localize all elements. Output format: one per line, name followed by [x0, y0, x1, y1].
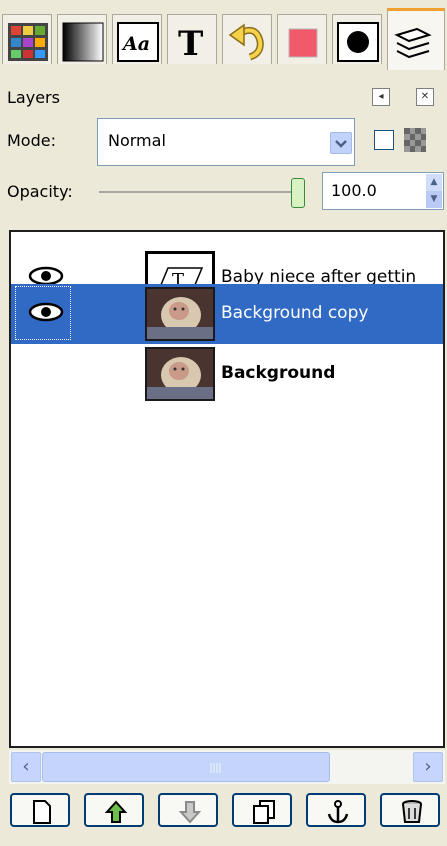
opacity-slider-handle[interactable] [291, 178, 305, 208]
svg-text:Aa: Aa [121, 33, 150, 55]
layer-row[interactable]: Background [11, 344, 443, 404]
font-icon: Aa [117, 22, 159, 62]
delete-layer-icon [402, 800, 422, 823]
layers-stack-icon [394, 27, 432, 59]
pattern-icon [288, 28, 318, 58]
eye-icon[interactable] [27, 300, 65, 324]
scroll-left-button[interactable]: ‹ [11, 752, 41, 782]
delete-layer-button[interactable] [380, 793, 440, 827]
opacity-value: 100.0 [331, 181, 377, 200]
chevron-down-icon[interactable] [330, 132, 352, 154]
palette-grid-icon [8, 23, 48, 61]
close-tab-button[interactable]: ✕ [416, 88, 434, 106]
tab-gradients[interactable] [57, 14, 107, 64]
raise-layer-button[interactable] [84, 793, 144, 827]
new-layer-button[interactable] [10, 793, 70, 827]
duplicate-layer-icon [253, 800, 275, 824]
tab-brushes[interactable] [332, 14, 382, 64]
grip-icon [210, 763, 221, 773]
keep-transparency-checkbox[interactable] [374, 130, 394, 150]
menu-arrow-icon: ◂ [378, 91, 384, 102]
new-layer-icon [33, 800, 51, 824]
layer-name[interactable]: Background [221, 362, 335, 384]
scroll-thumb[interactable] [42, 752, 330, 782]
tab-undo-history[interactable] [222, 14, 272, 64]
layer-list[interactable]: T Baby niece after gettin Background cop… [9, 230, 445, 748]
lower-layer-icon [178, 801, 202, 824]
mode-label: Mode: [7, 131, 56, 150]
tab-text-tool[interactable]: T [167, 14, 217, 64]
close-icon: ✕ [420, 91, 430, 102]
opacity-spinbox[interactable]: 100.0 ▲ ▼ [322, 172, 444, 210]
tab-palettes[interactable] [2, 14, 52, 64]
tab-fonts[interactable]: Aa [112, 14, 162, 64]
dock-tab-strip: Aa T [0, 0, 447, 70]
transparency-checker-icon [404, 128, 426, 152]
spin-up-icon[interactable]: ▲ [426, 174, 442, 191]
anchor-icon [327, 800, 349, 824]
svg-text:T: T [178, 24, 203, 63]
layer-row-selected[interactable]: Background copy [11, 284, 443, 344]
text-tool-icon: T [178, 24, 203, 63]
panel-title: Layers [7, 88, 60, 107]
tab-layers[interactable] [387, 8, 445, 70]
arrow-right-icon: › [424, 756, 432, 777]
lower-layer-button[interactable] [158, 793, 218, 827]
undo-history-icon [228, 23, 264, 61]
mode-value: Normal [108, 131, 166, 150]
layer-name[interactable]: Background copy [221, 302, 368, 324]
photo-thumbnail [145, 347, 215, 401]
opacity-slider-track[interactable] [99, 191, 305, 193]
gradient-icon [62, 22, 104, 62]
mode-dropdown[interactable]: Normal [97, 118, 355, 166]
brush-icon [337, 22, 379, 62]
tab-patterns[interactable] [277, 14, 327, 64]
scroll-right-button[interactable]: › [413, 752, 443, 782]
raise-layer-icon [104, 800, 128, 823]
anchor-layer-button[interactable] [306, 793, 366, 827]
photo-thumbnail [145, 287, 215, 341]
dock-menu-button[interactable]: ◂ [372, 88, 390, 106]
duplicate-layer-button[interactable] [232, 793, 292, 827]
horizontal-scrollbar[interactable]: ‹ › [9, 750, 445, 784]
opacity-label: Opacity: [7, 182, 73, 201]
arrow-left-icon: ‹ [22, 756, 30, 777]
spin-down-icon[interactable]: ▼ [426, 191, 442, 208]
